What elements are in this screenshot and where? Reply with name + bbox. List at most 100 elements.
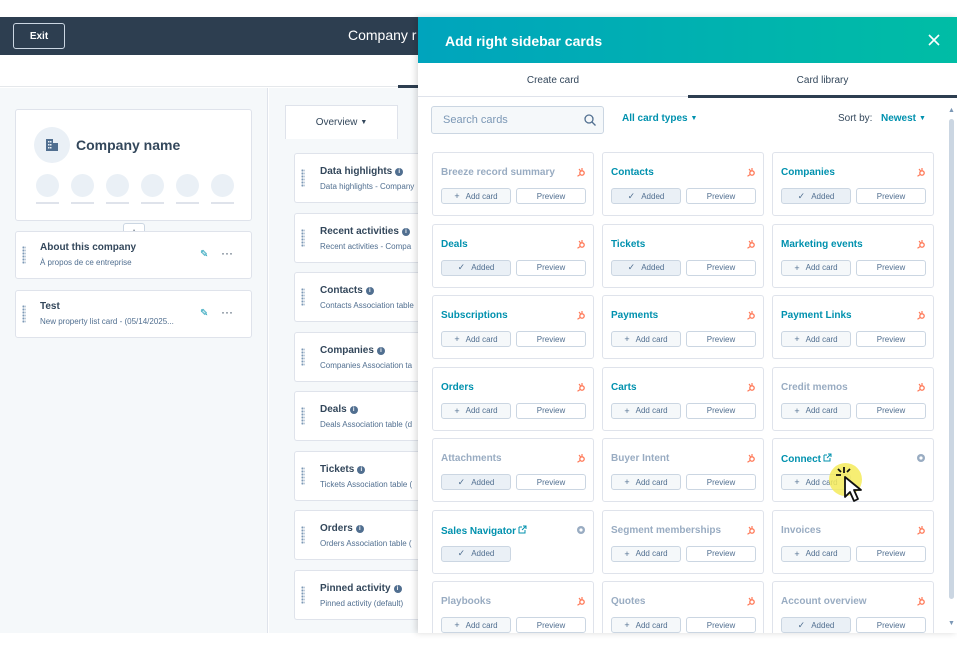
check-icon: ✓ xyxy=(457,262,466,272)
preview-button[interactable]: Preview xyxy=(856,545,926,562)
drag-handle-icon[interactable] xyxy=(301,585,305,604)
preview-button[interactable]: Preview xyxy=(686,617,756,633)
middle-card[interactable]: Deals i Deals Association table (d xyxy=(294,391,421,441)
scroll-up-arrow[interactable]: ▲ xyxy=(948,107,955,114)
card-types-dropdown[interactable]: All card types ▼ xyxy=(622,113,697,124)
scroll-down-arrow[interactable]: ▼ xyxy=(948,620,955,627)
preview-button[interactable]: Preview xyxy=(686,331,756,347)
add-card-button[interactable]: + Add card xyxy=(781,259,851,276)
placeholder-line xyxy=(176,202,199,204)
drag-handle-icon[interactable] xyxy=(301,169,305,187)
add-card-button[interactable]: + Add card xyxy=(611,545,681,562)
preview-button[interactable]: Preview xyxy=(856,331,926,347)
added-button: ✓ Added xyxy=(781,617,851,633)
add-card-button[interactable]: + Add card xyxy=(781,545,851,562)
preview-button[interactable]: Preview xyxy=(516,259,586,276)
preview-button[interactable]: Preview xyxy=(856,617,926,633)
middle-card[interactable]: Pinned activity i Pinned activity (default… xyxy=(294,569,421,620)
preview-button[interactable]: Preview xyxy=(686,545,756,562)
search-input[interactable] xyxy=(432,107,582,133)
add-card-button[interactable]: + Add card xyxy=(781,331,851,347)
edit-pencil-icon[interactable]: ✎ xyxy=(200,249,208,260)
hubspot-icon xyxy=(747,597,755,606)
library-card-name: Marketing events xyxy=(781,239,863,250)
preview-button[interactable]: Preview xyxy=(516,402,586,419)
tab-overview[interactable]: Overview ▼ xyxy=(285,105,398,139)
drag-handle-icon[interactable] xyxy=(301,526,305,544)
info-icon: i xyxy=(357,465,366,474)
add-card-button[interactable]: + Add card xyxy=(611,617,681,633)
add-button-label: Added xyxy=(811,191,835,201)
preview-button[interactable]: Preview xyxy=(686,188,756,204)
library-card-name: Quotes xyxy=(611,596,645,607)
info-icon: i xyxy=(349,406,358,414)
preview-button[interactable]: Preview xyxy=(686,402,756,419)
info-icon: i xyxy=(395,168,404,176)
preview-button[interactable]: Preview xyxy=(856,188,926,204)
edit-pencil-icon[interactable]: ✎ xyxy=(200,308,208,319)
add-card-button[interactable]: + Add card xyxy=(441,331,511,347)
add-card-button[interactable]: + Add card xyxy=(781,402,851,419)
added-button: ✓ Added xyxy=(611,188,681,204)
library-card: Sales Navigator ✓ Added xyxy=(432,509,594,574)
drag-handle-icon[interactable] xyxy=(301,466,305,485)
exit-button[interactable]: Exit xyxy=(13,23,65,49)
drag-handle-icon[interactable] xyxy=(301,228,305,247)
add-card-button[interactable]: + Add card xyxy=(611,474,681,490)
sort-dropdown[interactable]: Newest ▼ xyxy=(881,113,926,124)
middle-card[interactable]: Companies i Companies Association ta xyxy=(294,331,421,382)
add-card-button[interactable]: + Add card xyxy=(611,331,681,347)
add-card-button[interactable]: + Add card xyxy=(611,402,681,419)
chevron-down-icon: ▼ xyxy=(917,115,926,122)
library-card-name: Contacts xyxy=(611,167,654,178)
hubspot-icon xyxy=(917,382,925,392)
drag-handle-icon[interactable] xyxy=(301,288,305,306)
placeholder-line xyxy=(211,202,234,204)
preview-button[interactable]: Preview xyxy=(856,259,926,276)
library-card: Buyer Intent + Add card Preview xyxy=(602,438,764,502)
preview-button[interactable]: Preview xyxy=(516,188,586,204)
add-card-button[interactable]: + Add card xyxy=(441,188,511,204)
hubspot-icon xyxy=(577,168,585,177)
drag-handle-icon[interactable] xyxy=(301,347,305,366)
library-card-name-text: Breeze record summary xyxy=(441,167,555,178)
library-card-name-text: Quotes xyxy=(611,596,646,607)
close-icon xyxy=(928,34,940,46)
middle-card[interactable]: Orders i Orders Association table ( xyxy=(294,510,421,560)
search-icon[interactable] xyxy=(583,113,597,127)
preview-button[interactable]: Preview xyxy=(856,402,926,419)
add-card-button[interactable]: + Add card xyxy=(441,402,511,419)
library-card-name: Buyer Intent xyxy=(611,453,669,464)
preview-button[interactable]: Preview xyxy=(516,331,586,347)
drag-handle-icon[interactable] xyxy=(22,305,26,323)
middle-card[interactable]: Recent activities i Recent activities - Co… xyxy=(294,212,421,263)
more-options-icon[interactable]: ··· xyxy=(221,246,233,260)
middle-card[interactable]: Tickets i Tickets Association table ( xyxy=(294,450,421,501)
preview-button[interactable]: Preview xyxy=(686,474,756,490)
close-button[interactable] xyxy=(923,29,945,51)
more-options-icon[interactable]: ··· xyxy=(221,305,233,319)
hubspot-icon xyxy=(577,382,585,392)
drag-handle-icon[interactable] xyxy=(301,407,305,425)
preview-button[interactable]: Preview xyxy=(516,474,586,490)
library-card-name-text: Orders xyxy=(441,381,474,393)
sidebar-card[interactable]: About this company À propos de ce entrepr… xyxy=(15,231,252,279)
library-card: Segment memberships + Add card Preview xyxy=(602,509,764,574)
hubspot-icon xyxy=(747,168,755,177)
tab-card-library[interactable]: Card library xyxy=(688,63,957,97)
plus-icon: + xyxy=(624,405,630,416)
add-card-button[interactable]: + Add card xyxy=(441,617,511,633)
hubspot-icon xyxy=(747,239,755,249)
drag-handle-icon[interactable] xyxy=(22,246,26,264)
middle-card-title-text: Tickets xyxy=(320,463,355,475)
scrollbar-thumb[interactable] xyxy=(949,119,954,599)
preview-button[interactable]: Preview xyxy=(686,259,756,276)
sidebar-card[interactable]: Test New property list card - (05/14/2025… xyxy=(15,290,252,338)
middle-card[interactable]: Data highlights i Data highlights - Compan… xyxy=(294,153,421,203)
preview-button[interactable]: Preview xyxy=(516,617,586,633)
tab-create-card[interactable]: Create card xyxy=(418,63,688,97)
library-card: Credit memos + Add card Preview xyxy=(772,366,934,431)
add-button-label: Added xyxy=(471,263,495,272)
middle-card[interactable]: Contacts i Contacts Association table xyxy=(294,272,421,322)
middle-card-subtitle: Data highlights - Company xyxy=(320,182,415,191)
